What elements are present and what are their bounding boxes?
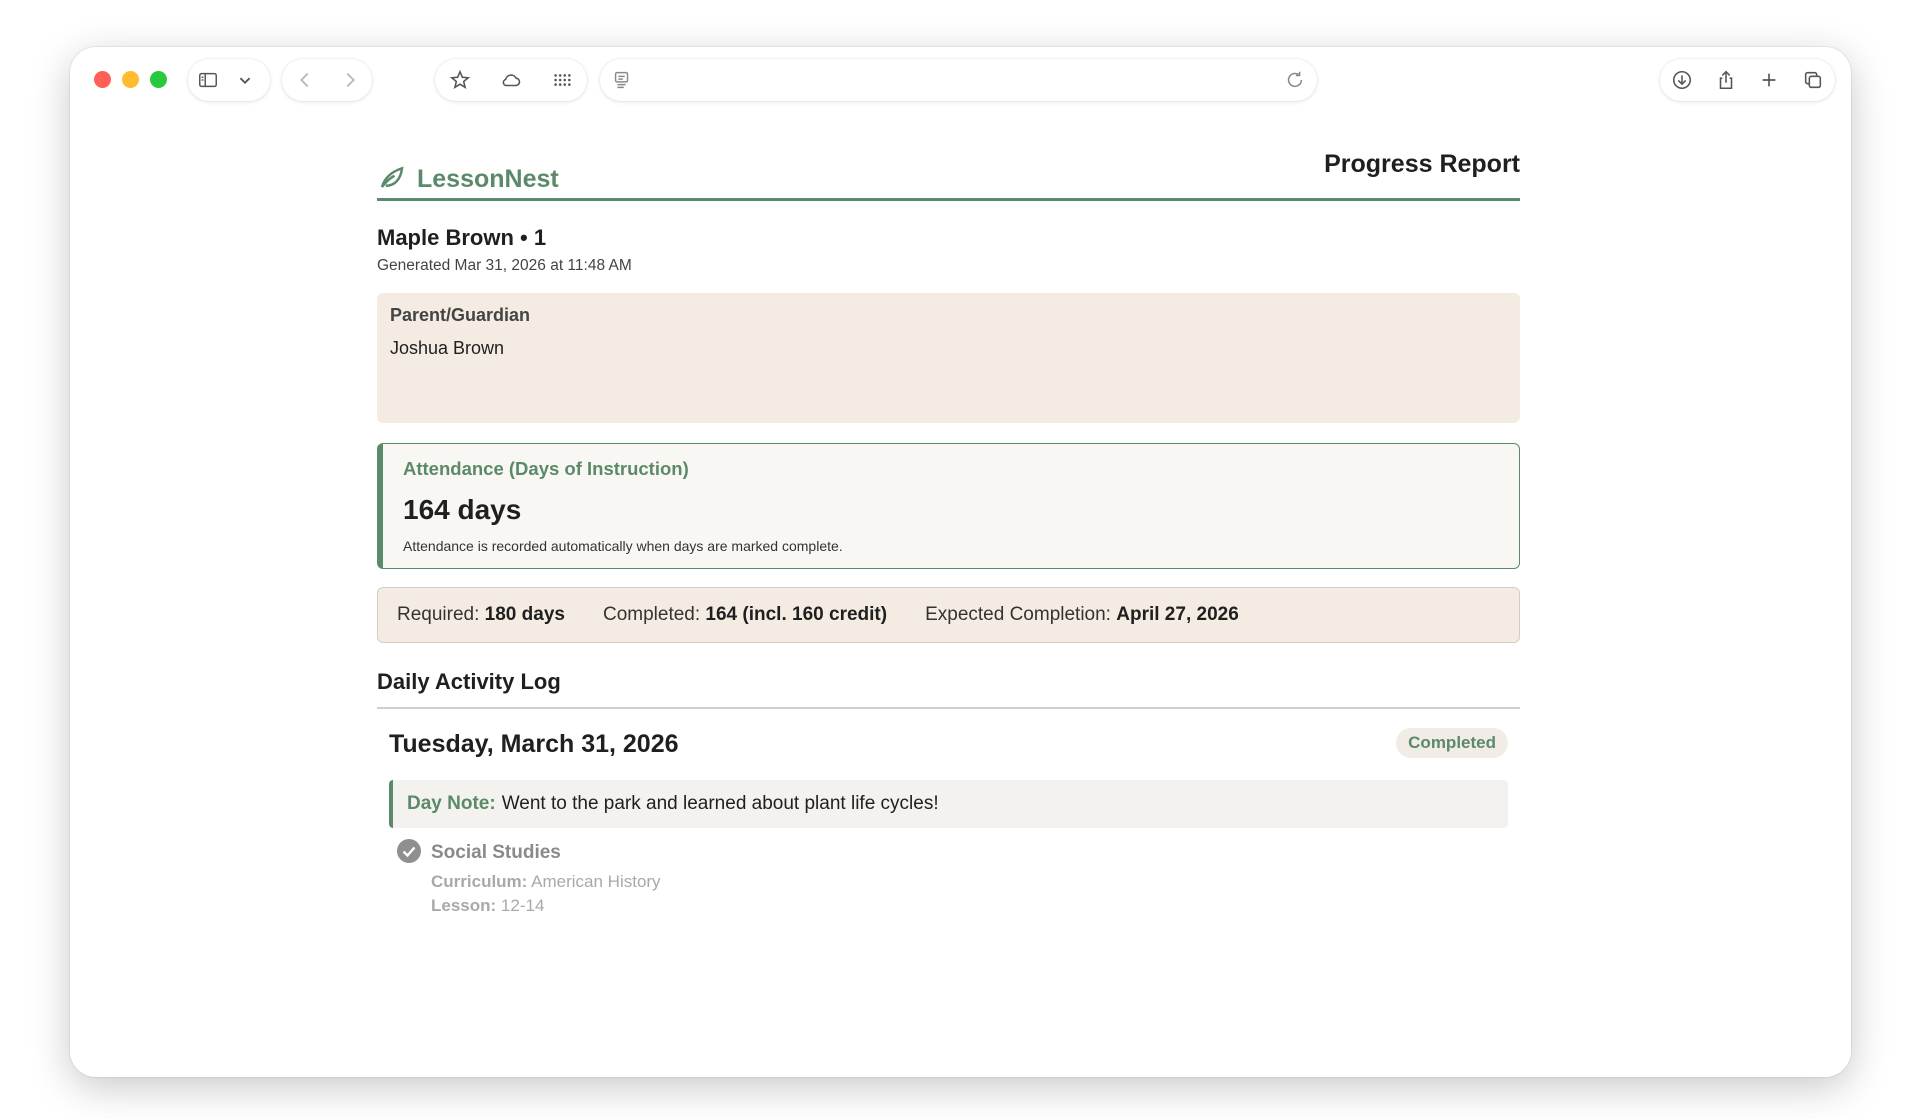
reader-icon[interactable] [610, 59, 634, 101]
navigation-control [282, 59, 372, 101]
close-window-button[interactable] [94, 71, 111, 88]
toolbar-actions-left [435, 59, 587, 101]
back-arrow-icon[interactable] [282, 59, 327, 101]
sidebar-icon[interactable] [188, 59, 228, 101]
minimize-window-button[interactable] [122, 71, 139, 88]
share-icon[interactable] [1706, 59, 1746, 101]
report-header: LessonNest Progress Report [377, 150, 1520, 252]
brand: LessonNest [377, 162, 559, 197]
summary-completed: Completed: 164 (incl. 160 credit) [602, 604, 888, 625]
section-title: Daily Activity Log [377, 669, 561, 694]
check-circle-icon [396, 838, 422, 864]
attendance-panel: Attendance (Days of Instruction) 164 day… [377, 443, 1520, 569]
brand-name: LessonNest [417, 165, 559, 193]
status-badge: Completed [1396, 728, 1508, 758]
header-divider [377, 198, 1520, 201]
guardian-name: Joshua Brown [390, 338, 505, 358]
activity-curriculum: Curriculum: American History [431, 872, 661, 891]
summary-expected: Expected Completion: April 27, 2026 [925, 604, 1239, 625]
download-icon[interactable] [1662, 59, 1702, 101]
section-divider [377, 707, 1520, 709]
reload-icon[interactable] [1283, 59, 1307, 101]
activity-lesson: Lesson: 12-14 [431, 896, 545, 915]
attendance-value: 164 days [403, 494, 522, 525]
grid-icon[interactable] [542, 59, 582, 101]
summary-panel: Required: 180 days Completed: 164 (incl.… [377, 587, 1520, 643]
guardian-label: Parent/Guardian [390, 305, 531, 325]
day-note: Day Note: Went to the park and learned a… [389, 780, 1508, 828]
tabs-icon[interactable] [1793, 59, 1833, 101]
browser-toolbar [70, 47, 1851, 113]
leaf-icon [377, 162, 407, 197]
generated-timestamp: Generated Mar 31, 2026 at 11:48 AM [377, 257, 632, 274]
attendance-note: Attendance is recorded automatically whe… [403, 538, 843, 554]
zoom-window-button[interactable] [150, 71, 167, 88]
day-title: Tuesday, March 31, 2026 [389, 730, 679, 758]
day-note-text: Went to the park and learned about plant… [501, 793, 939, 814]
chevron-down-icon[interactable] [228, 59, 262, 101]
address-bar[interactable] [600, 59, 1317, 101]
forward-arrow-icon[interactable] [327, 59, 372, 101]
attendance-title: Attendance (Days of Instruction) [403, 458, 689, 479]
browser-window: LessonNest Progress Report Maple Brown •… [70, 47, 1851, 1077]
activity-subject: Social Studies [431, 842, 561, 863]
summary-required: Required: 180 days [397, 604, 565, 625]
page-title: Progress Report [1324, 150, 1520, 178]
toolbar-actions-right [1660, 59, 1835, 101]
day-note-label: Day Note: [407, 793, 496, 814]
guardian-panel: Parent/Guardian Joshua Brown [377, 293, 1520, 423]
sidebar-control [188, 59, 270, 101]
cloud-icon[interactable] [491, 59, 531, 101]
plus-icon[interactable] [1749, 59, 1789, 101]
bottom-fade [70, 977, 1851, 1077]
student-name: Maple Brown • 1 [377, 225, 547, 250]
star-icon[interactable] [440, 59, 480, 101]
